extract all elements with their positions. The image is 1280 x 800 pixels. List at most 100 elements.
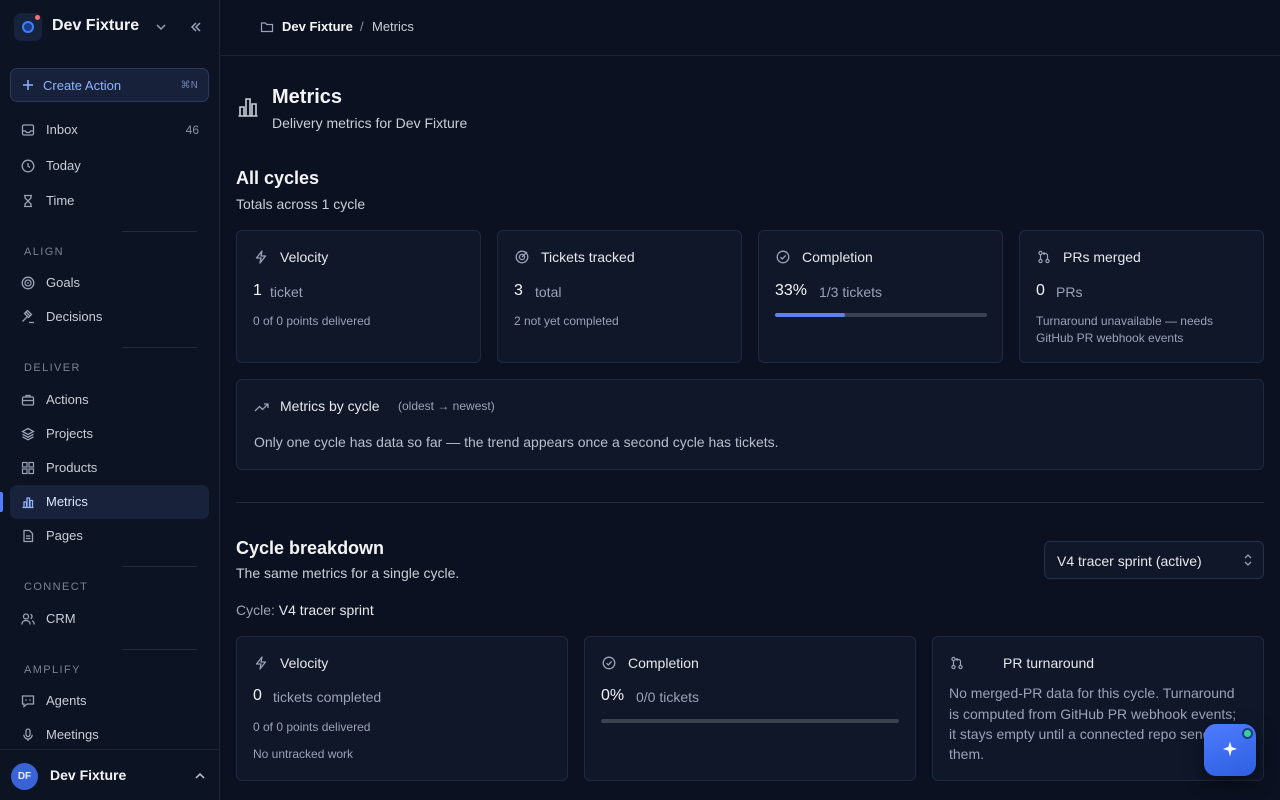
- sidebar-item-decisions[interactable]: Decisions: [10, 300, 209, 334]
- cycle-completion-value: 0%: [601, 687, 625, 704]
- divider: [122, 231, 197, 232]
- folder-icon: [260, 20, 274, 34]
- prs-merged-card: PRs merged 0 PRs Turnaround unavailable …: [1019, 230, 1264, 363]
- sidebar-item-label: Actions: [46, 392, 89, 407]
- sidebar-item-time[interactable]: Time: [10, 184, 209, 218]
- tickets-tracked-card: Tickets tracked 3 total 2 not yet comple…: [497, 230, 742, 363]
- document-icon: [21, 529, 35, 543]
- user-menu[interactable]: DF Dev Fixture: [0, 749, 219, 800]
- trend-hint: (oldest → newest): [398, 399, 495, 413]
- ai-assistant-button[interactable]: [1204, 724, 1256, 776]
- cycle-select-value: V4 tracer sprint (active): [1057, 553, 1202, 569]
- cycle-label: Cycle: V4 tracer sprint: [236, 602, 374, 618]
- breadcrumb-workspace[interactable]: Dev Fixture: [282, 19, 353, 34]
- collapse-sidebar-icon[interactable]: [189, 20, 203, 34]
- plus-icon: [22, 79, 34, 91]
- cycle-velocity-card: Velocity 0 tickets completed 0 of 0 poin…: [236, 636, 568, 781]
- completion-progress-fill: [775, 313, 845, 317]
- lightning-icon: [254, 656, 268, 670]
- completion-progress-track: [775, 313, 987, 317]
- avatar: DF: [11, 763, 38, 790]
- card-title: Completion: [628, 655, 699, 671]
- prs-unit: PRs: [1056, 284, 1083, 300]
- sidebar-item-agents[interactable]: Agents: [10, 684, 209, 718]
- cycle-velocity-unit: tickets completed: [273, 689, 382, 705]
- sidebar-item-today[interactable]: Today: [10, 149, 209, 183]
- sparkle-icon: [1221, 740, 1239, 758]
- breadcrumb-current: Metrics: [372, 19, 414, 34]
- sidebar-item-pages[interactable]: Pages: [10, 519, 209, 553]
- sidebar-item-label: Agents: [46, 693, 87, 708]
- top-bar: Dev Fixture / Metrics: [220, 0, 1280, 56]
- page-subtitle: Delivery metrics for Dev Fixture: [272, 115, 468, 131]
- turnaround-line3: it stays empty until a connected repo se…: [949, 726, 1218, 742]
- sidebar-item-goals[interactable]: Goals: [10, 266, 209, 300]
- chevron-up-icon[interactable]: [194, 770, 206, 782]
- trend-message: Only one cycle has data so far — the tre…: [254, 434, 779, 450]
- sidebar-item-actions[interactable]: Actions: [10, 383, 209, 417]
- target-icon: [21, 276, 35, 290]
- sidebar-item-meetings[interactable]: Meetings: [10, 718, 209, 752]
- prs-value: 0: [1036, 282, 1045, 299]
- target-check-icon: [515, 250, 529, 264]
- trend-title: Metrics by cycle: [280, 398, 380, 414]
- briefcase-icon: [21, 393, 35, 407]
- sidebar-item-crm[interactable]: CRM: [10, 602, 209, 636]
- section-label-deliver: DELIVER: [24, 362, 81, 374]
- prs-note-line2: GitHub PR webhook events: [1036, 331, 1184, 345]
- users-icon: [21, 612, 35, 626]
- sidebar-item-products[interactable]: Products: [10, 451, 209, 485]
- breadcrumb-separator: /: [360, 19, 364, 34]
- completion-card: Completion 33% 1/3 tickets: [758, 230, 1003, 363]
- sidebar-item-label: Metrics: [46, 494, 88, 509]
- card-title: Completion: [802, 249, 873, 265]
- sidebar: Dev Fixture Create Action ⌘N Inbox 46 To…: [0, 0, 220, 800]
- workspace-header[interactable]: Dev Fixture: [0, 0, 219, 56]
- sidebar-item-label: Today: [46, 158, 81, 173]
- velocity-value: 1: [253, 282, 262, 299]
- turnaround-line2: is computed from GitHub PR webhook event…: [949, 706, 1237, 722]
- divider: [122, 347, 197, 348]
- chat-bot-icon: [21, 694, 35, 708]
- section-divider: [236, 502, 1264, 503]
- sidebar-item-inbox[interactable]: Inbox 46: [10, 113, 209, 147]
- completion-unit: 1/3 tickets: [819, 284, 883, 300]
- card-title: PR turnaround: [1003, 655, 1095, 671]
- inbox-icon: [21, 123, 35, 137]
- workspace-name: Dev Fixture: [52, 17, 140, 34]
- hourglass-icon: [21, 194, 35, 208]
- active-indicator: [0, 492, 3, 512]
- cycle-completion-card: Completion 0% 0/0 tickets: [584, 636, 916, 781]
- cycle-velocity-value: 0: [253, 687, 262, 704]
- all-cycles-subtitle: Totals across 1 cycle: [236, 196, 366, 212]
- git-pull-request-icon: [1037, 250, 1051, 264]
- section-label-amplify: AMPLIFY: [24, 664, 81, 676]
- create-action-button[interactable]: Create Action ⌘N: [10, 68, 209, 102]
- tickets-note: 2 not yet completed: [514, 314, 619, 328]
- sidebar-item-label: Decisions: [46, 309, 103, 324]
- sidebar-item-label: Meetings: [46, 727, 99, 742]
- page-title: Metrics: [272, 86, 343, 108]
- cycle-completion-unit: 0/0 tickets: [636, 689, 700, 705]
- turnaround-line1: No merged-PR data for this cycle. Turnar…: [949, 685, 1235, 701]
- cycle-completion-progress-track: [601, 719, 899, 723]
- inbox-count-badge: 46: [185, 123, 199, 137]
- chevron-down-icon[interactable]: [155, 21, 167, 33]
- sidebar-item-projects[interactable]: Projects: [10, 417, 209, 451]
- untracked-work-note: No untracked work: [253, 747, 354, 761]
- velocity-card: Velocity 1 ticket 0 of 0 points delivere…: [236, 230, 481, 363]
- bar-chart-icon: [21, 495, 35, 509]
- section-label-connect: CONNECT: [24, 581, 89, 593]
- sidebar-item-label: Products: [46, 460, 98, 475]
- sidebar-item-label: Time: [46, 193, 75, 208]
- sidebar-item-metrics[interactable]: Metrics: [10, 485, 209, 519]
- online-status-dot: [1242, 728, 1253, 739]
- git-pull-request-icon: [950, 656, 964, 670]
- trending-up-icon: [254, 400, 269, 414]
- check-circle-icon: [776, 250, 790, 264]
- turnaround-line4: them.: [949, 746, 985, 762]
- cycle-select[interactable]: V4 tracer sprint (active): [1044, 541, 1264, 579]
- card-title: Velocity: [280, 249, 329, 265]
- user-name: Dev Fixture: [50, 767, 127, 783]
- card-title: Tickets tracked: [541, 249, 635, 265]
